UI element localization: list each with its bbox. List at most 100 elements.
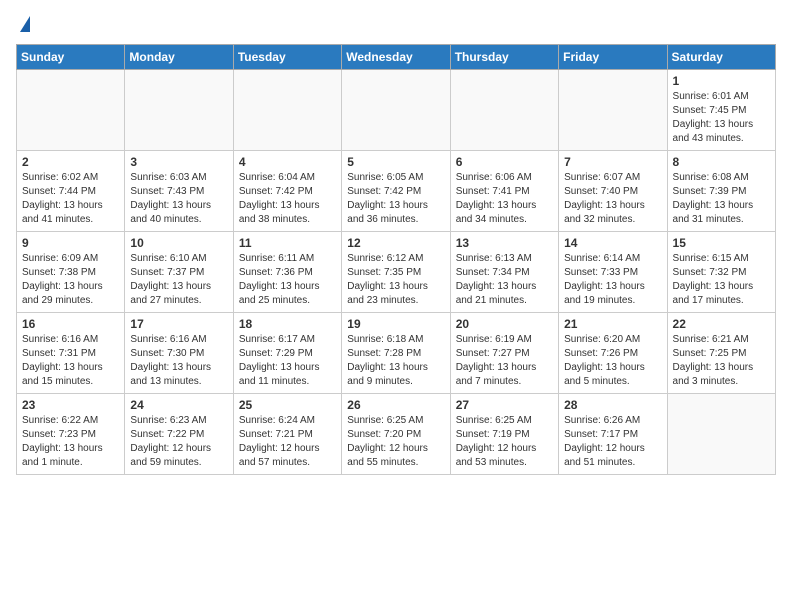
calendar-cell (342, 70, 450, 151)
day-number: 15 (673, 236, 770, 250)
calendar-cell: 22 Sunrise: 6:21 AM Sunset: 7:25 PM Dayli… (667, 313, 775, 394)
calendar-cell (450, 70, 558, 151)
calendar-cell: 4 Sunrise: 6:04 AM Sunset: 7:42 PM Daylig… (233, 151, 341, 232)
calendar-cell: 16 Sunrise: 6:16 AM Sunset: 7:31 PM Dayli… (17, 313, 125, 394)
calendar-cell (17, 70, 125, 151)
calendar-table: SundayMondayTuesdayWednesdayThursdayFrid… (16, 44, 776, 475)
weekday-header-wednesday: Wednesday (342, 45, 450, 70)
day-number: 14 (564, 236, 661, 250)
day-info: Sunrise: 6:05 AM Sunset: 7:42 PM Dayligh… (347, 171, 444, 227)
day-number: 25 (239, 398, 336, 412)
calendar-week-5: 23 Sunrise: 6:22 AM Sunset: 7:23 PM Dayli… (17, 394, 776, 475)
day-info: Sunrise: 6:01 AM Sunset: 7:45 PM Dayligh… (673, 90, 770, 146)
day-info: Sunrise: 6:26 AM Sunset: 7:17 PM Dayligh… (564, 414, 661, 470)
day-number: 5 (347, 155, 444, 169)
day-number: 28 (564, 398, 661, 412)
calendar-week-2: 2 Sunrise: 6:02 AM Sunset: 7:44 PM Daylig… (17, 151, 776, 232)
day-number: 17 (130, 317, 227, 331)
calendar-cell: 7Sunrise: 6:07 AM Sunset: 7:40 PM Daylig… (559, 151, 667, 232)
weekday-header-sunday: Sunday (17, 45, 125, 70)
day-number: 16 (22, 317, 119, 331)
day-info: Sunrise: 6:25 AM Sunset: 7:19 PM Dayligh… (456, 414, 553, 470)
day-number: 8 (673, 155, 770, 169)
day-info: Sunrise: 6:14 AM Sunset: 7:33 PM Dayligh… (564, 252, 661, 308)
day-info: Sunrise: 6:21 AM Sunset: 7:25 PM Dayligh… (673, 333, 770, 389)
day-number: 3 (130, 155, 227, 169)
day-number: 10 (130, 236, 227, 250)
day-number: 12 (347, 236, 444, 250)
day-info: Sunrise: 6:10 AM Sunset: 7:37 PM Dayligh… (130, 252, 227, 308)
calendar-cell: 14 Sunrise: 6:14 AM Sunset: 7:33 PM Dayli… (559, 232, 667, 313)
calendar-cell (233, 70, 341, 151)
calendar-cell: 6 Sunrise: 6:06 AM Sunset: 7:41 PM Daylig… (450, 151, 558, 232)
calendar-header-row: SundayMondayTuesdayWednesdayThursdayFrid… (17, 45, 776, 70)
calendar-cell: 9 Sunrise: 6:09 AM Sunset: 7:38 PM Daylig… (17, 232, 125, 313)
calendar-cell: 12 Sunrise: 6:12 AM Sunset: 7:35 PM Dayli… (342, 232, 450, 313)
day-info: Sunrise: 6:08 AM Sunset: 7:39 PM Dayligh… (673, 171, 770, 227)
calendar-week-3: 9 Sunrise: 6:09 AM Sunset: 7:38 PM Daylig… (17, 232, 776, 313)
day-info: Sunrise: 6:09 AM Sunset: 7:38 PM Dayligh… (22, 252, 119, 308)
calendar-cell: 26 Sunrise: 6:25 AM Sunset: 7:20 PM Dayli… (342, 394, 450, 475)
calendar-cell: 8 Sunrise: 6:08 AM Sunset: 7:39 PM Daylig… (667, 151, 775, 232)
day-number: 26 (347, 398, 444, 412)
calendar-cell: 10 Sunrise: 6:10 AM Sunset: 7:37 PM Dayli… (125, 232, 233, 313)
calendar-week-4: 16 Sunrise: 6:16 AM Sunset: 7:31 PM Dayli… (17, 313, 776, 394)
day-number: 2 (22, 155, 119, 169)
calendar-cell: 24 Sunrise: 6:23 AM Sunset: 7:22 PM Dayli… (125, 394, 233, 475)
day-info: Sunrise: 6:13 AM Sunset: 7:34 PM Dayligh… (456, 252, 553, 308)
day-info: Sunrise: 6:02 AM Sunset: 7:44 PM Dayligh… (22, 171, 119, 227)
calendar-cell: 19 Sunrise: 6:18 AM Sunset: 7:28 PM Dayli… (342, 313, 450, 394)
weekday-header-thursday: Thursday (450, 45, 558, 70)
day-info: Sunrise: 6:17 AM Sunset: 7:29 PM Dayligh… (239, 333, 336, 389)
day-number: 11 (239, 236, 336, 250)
day-info: Sunrise: 6:11 AM Sunset: 7:36 PM Dayligh… (239, 252, 336, 308)
calendar-cell: 21 Sunrise: 6:20 AM Sunset: 7:26 PM Dayli… (559, 313, 667, 394)
day-number: 18 (239, 317, 336, 331)
calendar-cell: 11 Sunrise: 6:11 AM Sunset: 7:36 PM Dayli… (233, 232, 341, 313)
day-number: 9 (22, 236, 119, 250)
weekday-header-monday: Monday (125, 45, 233, 70)
weekday-header-tuesday: Tuesday (233, 45, 341, 70)
day-number: 24 (130, 398, 227, 412)
day-info: Sunrise: 6:12 AM Sunset: 7:35 PM Dayligh… (347, 252, 444, 308)
calendar-cell: 15 Sunrise: 6:15 AM Sunset: 7:32 PM Dayli… (667, 232, 775, 313)
calendar-body: 1 Sunrise: 6:01 AM Sunset: 7:45 PM Daylig… (17, 70, 776, 475)
calendar-cell: 3 Sunrise: 6:03 AM Sunset: 7:43 PM Daylig… (125, 151, 233, 232)
day-number: 1 (673, 74, 770, 88)
day-number: 6 (456, 155, 553, 169)
day-info: Sunrise: 6:03 AM Sunset: 7:43 PM Dayligh… (130, 171, 227, 227)
calendar-cell: 17 Sunrise: 6:16 AM Sunset: 7:30 PM Dayli… (125, 313, 233, 394)
day-number: 27 (456, 398, 553, 412)
calendar-cell (559, 70, 667, 151)
day-info: Sunrise: 6:24 AM Sunset: 7:21 PM Dayligh… (239, 414, 336, 470)
calendar-cell: 23 Sunrise: 6:22 AM Sunset: 7:23 PM Dayli… (17, 394, 125, 475)
day-info: Sunrise: 6:15 AM Sunset: 7:32 PM Dayligh… (673, 252, 770, 308)
day-info: Sunrise: 6:06 AM Sunset: 7:41 PM Dayligh… (456, 171, 553, 227)
day-info: Sunrise: 6:18 AM Sunset: 7:28 PM Dayligh… (347, 333, 444, 389)
calendar-week-1: 1 Sunrise: 6:01 AM Sunset: 7:45 PM Daylig… (17, 70, 776, 151)
calendar-cell: 27 Sunrise: 6:25 AM Sunset: 7:19 PM Dayli… (450, 394, 558, 475)
page-header (16, 16, 776, 32)
day-info: Sunrise: 6:23 AM Sunset: 7:22 PM Dayligh… (130, 414, 227, 470)
day-info: Sunrise: 6:22 AM Sunset: 7:23 PM Dayligh… (22, 414, 119, 470)
day-info: Sunrise: 6:04 AM Sunset: 7:42 PM Dayligh… (239, 171, 336, 227)
day-info: Sunrise: 6:19 AM Sunset: 7:27 PM Dayligh… (456, 333, 553, 389)
day-number: 21 (564, 317, 661, 331)
calendar-cell (667, 394, 775, 475)
logo-triangle-icon (20, 16, 30, 32)
day-number: 22 (673, 317, 770, 331)
weekday-header-friday: Friday (559, 45, 667, 70)
day-info: Sunrise: 6:25 AM Sunset: 7:20 PM Dayligh… (347, 414, 444, 470)
day-info: Sunrise: 6:07 AM Sunset: 7:40 PM Dayligh… (564, 171, 661, 227)
calendar-cell: 28 Sunrise: 6:26 AM Sunset: 7:17 PM Dayli… (559, 394, 667, 475)
calendar-cell: 20Sunrise: 6:19 AM Sunset: 7:27 PM Dayli… (450, 313, 558, 394)
day-number: 19 (347, 317, 444, 331)
logo (16, 16, 30, 32)
day-info: Sunrise: 6:16 AM Sunset: 7:30 PM Dayligh… (130, 333, 227, 389)
day-number: 4 (239, 155, 336, 169)
calendar-cell: 13Sunrise: 6:13 AM Sunset: 7:34 PM Dayli… (450, 232, 558, 313)
day-number: 23 (22, 398, 119, 412)
day-info: Sunrise: 6:20 AM Sunset: 7:26 PM Dayligh… (564, 333, 661, 389)
day-info: Sunrise: 6:16 AM Sunset: 7:31 PM Dayligh… (22, 333, 119, 389)
calendar-cell: 5 Sunrise: 6:05 AM Sunset: 7:42 PM Daylig… (342, 151, 450, 232)
